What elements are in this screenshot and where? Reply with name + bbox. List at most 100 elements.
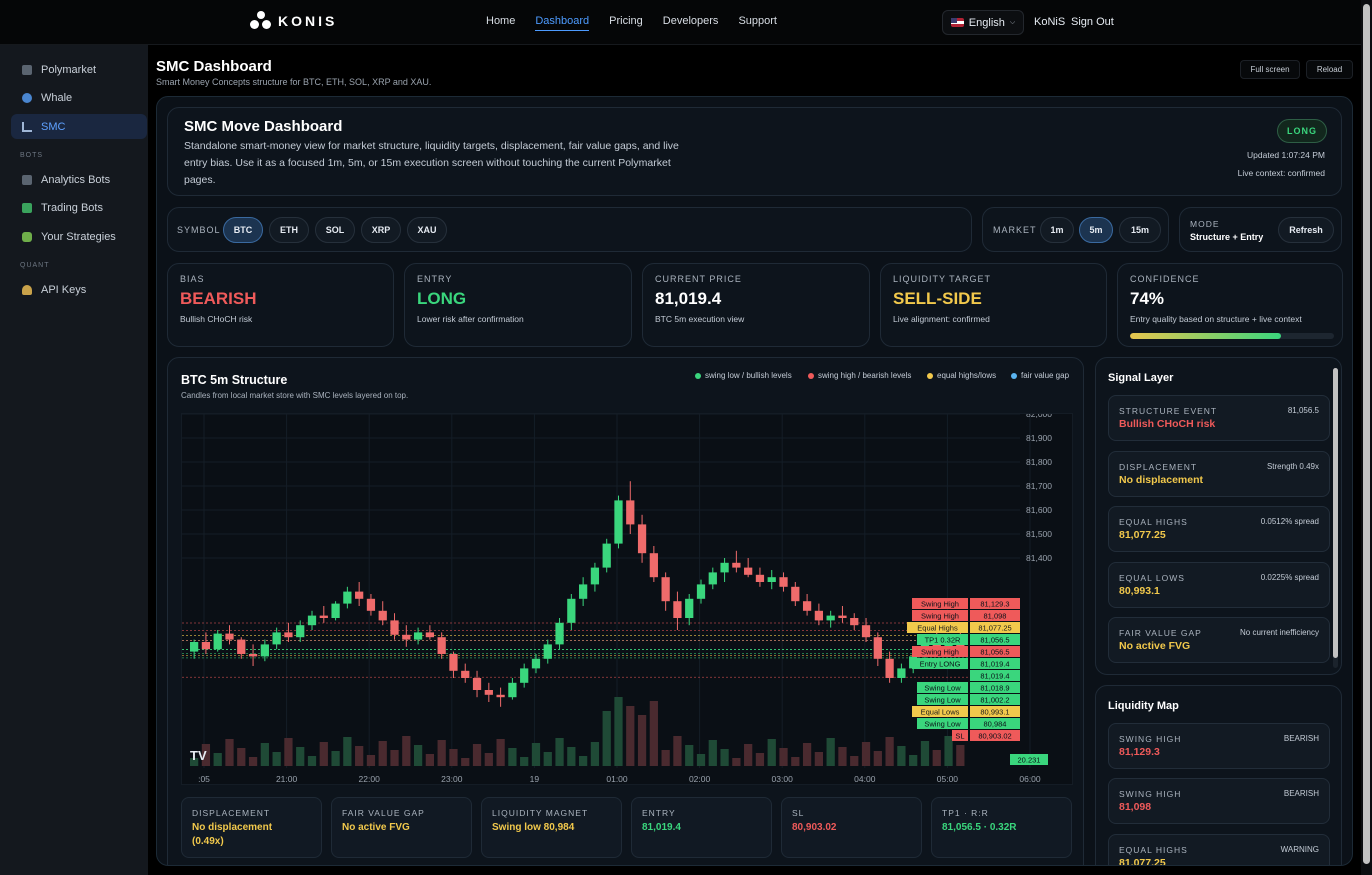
sidebar-item-your-strategies[interactable]: Your Strategies — [11, 224, 147, 249]
stat-value: No active FVG — [342, 822, 410, 833]
symbol-sol-button[interactable]: SOL — [315, 217, 355, 243]
symbol-eth-button[interactable]: ETH — [269, 217, 309, 243]
candle — [437, 637, 446, 654]
signal-layer-panel: Signal Layer STRUCTURE EVENT 81,056.5 Bu… — [1095, 357, 1342, 675]
candle — [567, 598, 576, 623]
volume-bar — [932, 750, 941, 766]
sidebar-item-trading-bots[interactable]: Trading Bots — [11, 195, 147, 220]
symbol-xau-button[interactable]: XAU — [407, 217, 447, 243]
x-tick-label: 04:00 — [854, 774, 876, 784]
candle — [543, 644, 552, 659]
candle — [838, 615, 847, 618]
level-price-label: 81,056.5 — [980, 648, 1009, 657]
volume-label: 20.231 — [1018, 756, 1041, 765]
candle — [484, 690, 493, 695]
candle — [649, 553, 658, 578]
candle — [826, 615, 835, 621]
volume-bar — [425, 754, 435, 766]
signal-scrollbar[interactable] — [1333, 368, 1338, 668]
volume-bar — [248, 757, 258, 766]
entry-badge: LONG — [1277, 119, 1327, 143]
candle — [413, 632, 423, 640]
timeframe-5m-button[interactable]: 5m — [1079, 217, 1113, 243]
candle — [614, 500, 623, 544]
dashboard-shell: SMC Move Dashboard Standalone smart-mone… — [156, 96, 1353, 866]
fullscreen-button[interactable]: Full screen — [1240, 60, 1300, 79]
nav-dashboard[interactable]: Dashboard — [535, 15, 590, 31]
x-tick-label: 21:00 — [276, 774, 298, 784]
nav-developers[interactable]: Developers — [663, 15, 719, 31]
candle — [579, 584, 588, 599]
stat-value: Swing low 80,984 — [492, 822, 575, 833]
symbol-btc-button[interactable]: BTC — [223, 217, 263, 243]
liquidity-target-card: LIQUIDITY TARGET SELL-SIDE Live alignmen… — [880, 263, 1107, 347]
refresh-button[interactable]: Refresh — [1278, 217, 1334, 243]
volume-bar — [661, 750, 670, 766]
sidebar-item-label: Analytics Bots — [41, 173, 111, 186]
top-navbar: KONIS Home Dashboard Pricing Developers … — [0, 0, 1372, 45]
stat-tp1: TP1 · R:R 81,056.5 · 0.32R — [931, 797, 1072, 858]
volume-bar — [331, 751, 340, 766]
level-price-label: 80,993.1 — [980, 708, 1009, 717]
volume-bar — [614, 697, 623, 766]
candle — [861, 625, 871, 638]
candle — [555, 622, 564, 645]
sidebar-item-smc[interactable]: SMC — [11, 114, 147, 139]
candle — [885, 658, 894, 678]
reload-button[interactable]: Reload — [1306, 60, 1353, 79]
candle — [307, 615, 317, 626]
volume-bar — [791, 757, 800, 766]
timeframe-15m-button[interactable]: 15m — [1119, 217, 1161, 243]
sidebar-item-whale[interactable]: Whale — [11, 85, 147, 110]
card-sub: BTC 5m execution view — [655, 314, 745, 324]
stat-label: LIQUIDITY MAGNET — [492, 808, 589, 818]
symbol-xrp-button[interactable]: XRP — [361, 217, 401, 243]
level-price-label: 81,077.25 — [978, 624, 1011, 633]
trading-icon — [22, 202, 32, 213]
legend-equal: equal highs/lows — [927, 371, 996, 380]
nav-pricing[interactable]: Pricing — [609, 15, 643, 31]
candle — [814, 610, 824, 621]
volume-bar — [225, 739, 234, 766]
brand-logo[interactable]: KONIS — [250, 11, 337, 31]
sidebar-item-analytics-bots[interactable]: Analytics Bots — [11, 167, 147, 192]
candle — [248, 654, 258, 657]
nav-support[interactable]: Support — [738, 15, 777, 31]
candle — [779, 577, 788, 587]
volume-bar — [402, 736, 411, 766]
level-price-label: 81,019.4 — [980, 672, 1009, 681]
signal-equal-lows: EQUAL LOWS 0.0225% spread 80,993.1 — [1108, 562, 1330, 608]
volume-bar — [366, 755, 376, 766]
stat-label: FAIR VALUE GAP — [342, 808, 425, 818]
nav-home[interactable]: Home — [486, 15, 515, 31]
timeframe-1m-button[interactable]: 1m — [1040, 217, 1074, 243]
sidebar-item-label: API Keys — [41, 283, 87, 296]
candle — [472, 678, 482, 690]
sign-out-link[interactable]: Sign Out — [1071, 16, 1114, 28]
page-scrollbar-thumb[interactable] — [1363, 4, 1370, 864]
level-tag-label: TP1 0.32R — [925, 636, 961, 645]
sidebar-item-polymarket[interactable]: Polymarket — [11, 57, 147, 82]
volume-bar — [861, 742, 871, 766]
language-selector[interactable]: English ⌵ — [942, 10, 1024, 35]
mode-panel: MODE Structure + Entry Refresh — [1179, 207, 1342, 252]
volume-bar — [814, 752, 824, 766]
volume-bar — [319, 742, 328, 766]
legend-swing-low: swing low / bullish levels — [695, 371, 792, 380]
updated-time: Updated 1:07:24 PM — [1247, 150, 1325, 160]
level-tag-label: Swing Low — [924, 720, 961, 729]
market-label: MARKET — [993, 225, 1037, 235]
legend-swing-high: swing high / bearish levels — [808, 371, 911, 380]
candle — [755, 574, 765, 582]
user-name[interactable]: KoNiS — [1034, 16, 1065, 28]
candlestick-chart[interactable]: :05 21:00 22:00 23:00 19 01:00 02:00 03:00 04:00… — [181, 409, 1073, 785]
confidence-bar-fill — [1130, 333, 1281, 339]
stat-label: ENTRY — [642, 808, 676, 818]
page-scrollbar[interactable] — [1361, 0, 1372, 875]
volume-bar — [920, 741, 930, 766]
card-label: CONFIDENCE — [1130, 274, 1200, 284]
level-price-label: 81,129.3 — [980, 600, 1009, 609]
sidebar-item-api-keys[interactable]: API Keys — [11, 277, 147, 302]
candle — [720, 562, 729, 573]
chevron-down-icon: ⌵ — [1009, 18, 1016, 26]
